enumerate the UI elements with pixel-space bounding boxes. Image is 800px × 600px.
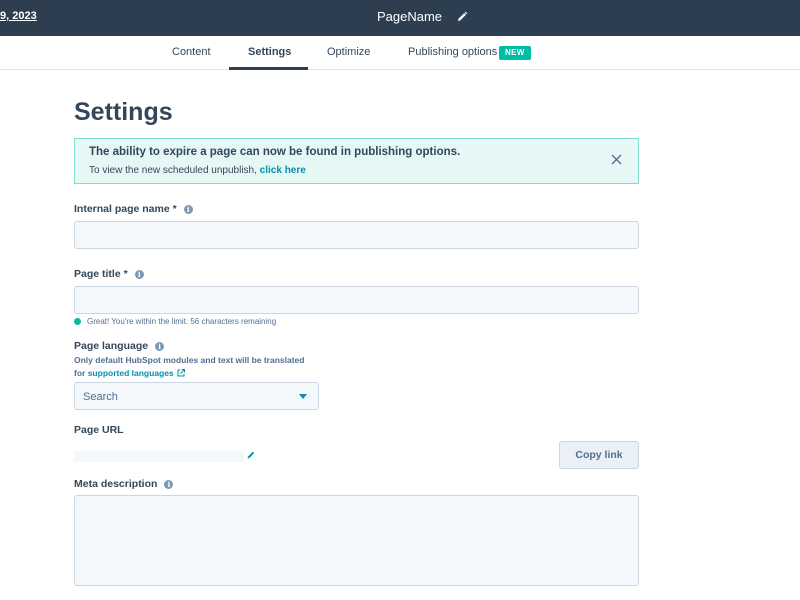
info-icon[interactable]: i <box>183 204 193 214</box>
tab-bar: Content Settings Optimize Publishing opt… <box>0 36 800 70</box>
info-icon[interactable]: i <box>164 479 174 489</box>
meta-description-textarea[interactable] <box>74 495 639 586</box>
tab-content[interactable]: Content <box>172 46 211 58</box>
language-help: Only default HubSpot modules and text wi… <box>74 354 334 380</box>
info-icon[interactable]: i <box>134 269 144 279</box>
copy-link-button[interactable]: Copy link <box>559 441 639 469</box>
pencil-icon[interactable] <box>456 11 468 23</box>
page-title-label-text: Page title * <box>74 268 128 280</box>
page-url-label: Page URL <box>74 424 124 436</box>
date-link[interactable]: 9, 2023 <box>0 10 37 22</box>
info-alert: The ability to expire a page can now be … <box>74 138 639 184</box>
internal-name-label: Internal page name * i <box>74 203 193 215</box>
alert-title: The ability to expire a page can now be … <box>89 146 461 158</box>
page-title-label: Page title * i <box>74 268 144 280</box>
close-icon[interactable] <box>611 154 622 165</box>
new-badge: NEW <box>499 46 531 60</box>
internal-name-label-text: Internal page name * <box>74 203 177 215</box>
page-language-label-text: Page language <box>74 340 149 352</box>
language-help-prefix: for <box>74 368 88 378</box>
language-help-line2: for supported languages <box>74 367 334 380</box>
alert-body-text: To view the new scheduled unpublish, <box>89 165 260 176</box>
meta-description-label: Meta description i <box>74 478 174 490</box>
tab-settings[interactable]: Settings <box>248 46 291 58</box>
caret-down-icon <box>299 394 307 399</box>
tab-optimize[interactable]: Optimize <box>327 46 370 58</box>
top-bar: 9, 2023 PageName <box>0 0 800 36</box>
pencil-icon[interactable] <box>246 450 256 460</box>
page-url-value <box>74 451 244 462</box>
alert-link[interactable]: click here <box>260 165 306 176</box>
page-language-label: Page language i <box>74 340 165 352</box>
info-icon[interactable]: i <box>155 341 165 351</box>
title-hint-text: Great! You're within the limit. 56 chara… <box>87 317 277 326</box>
title-length-hint: Great! You're within the limit. 56 chara… <box>74 317 276 326</box>
external-link-icon[interactable] <box>177 369 185 377</box>
language-help-line1: Only default HubSpot modules and text wi… <box>74 355 305 365</box>
page-name-area[interactable]: PageName <box>377 9 468 24</box>
success-dot-icon <box>74 318 81 325</box>
alert-body: To view the new scheduled unpublish, cli… <box>89 165 306 176</box>
internal-name-input[interactable] <box>74 221 639 249</box>
language-select-placeholder: Search <box>83 391 118 403</box>
page-name: PageName <box>377 9 443 24</box>
page-title: Settings <box>74 98 173 126</box>
language-select[interactable]: Search <box>74 382 319 410</box>
meta-description-label-text: Meta description <box>74 478 158 490</box>
tab-publishing-options[interactable]: Publishing options <box>408 46 497 58</box>
page-url-label-text: Page URL <box>74 424 124 436</box>
active-tab-indicator <box>229 67 308 70</box>
supported-languages-link[interactable]: supported languages <box>88 368 174 378</box>
page-title-input[interactable] <box>74 286 639 314</box>
